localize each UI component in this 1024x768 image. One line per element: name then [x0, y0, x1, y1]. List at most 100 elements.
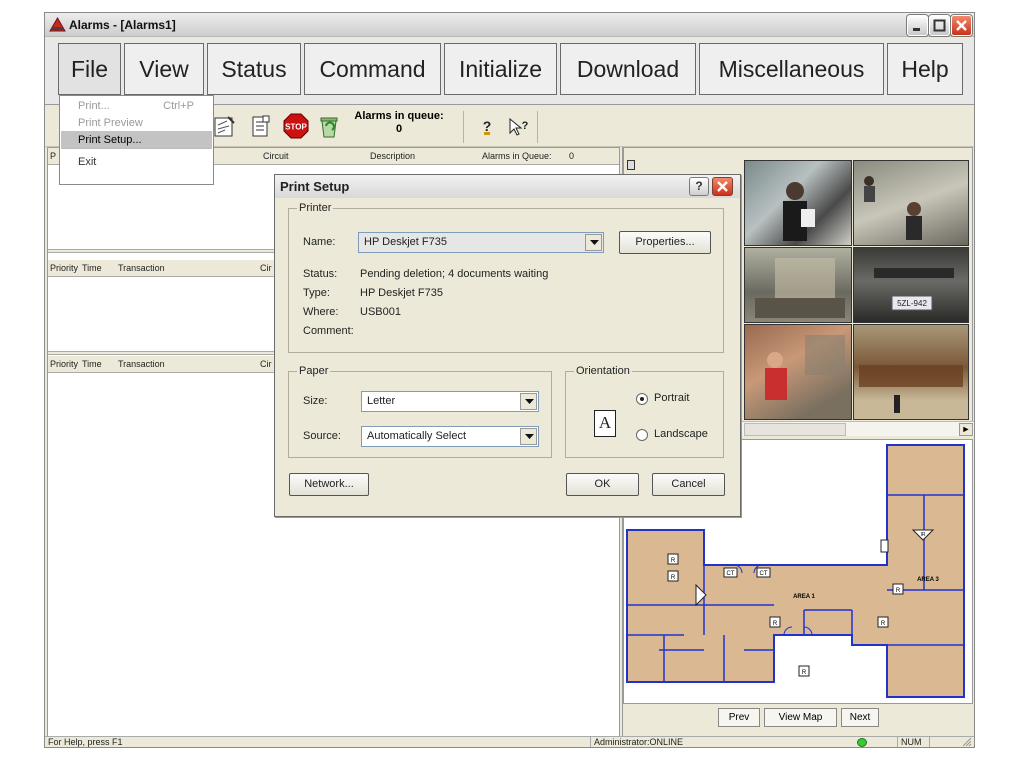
menu-item-print-preview[interactable]: Print Preview: [61, 114, 212, 132]
dialog-help-button[interactable]: ?: [689, 177, 709, 196]
reader-label: R: [671, 575, 676, 581]
reader-icon[interactable]: R: [892, 583, 904, 595]
portrait-label[interactable]: Portrait: [654, 392, 689, 404]
printer-where-value: USB001: [360, 306, 401, 318]
camera-tile[interactable]: [853, 160, 969, 246]
next-map-button[interactable]: Next: [841, 708, 879, 727]
file-menu-dropdown: Print... Ctrl+P Print Preview Print Setu…: [59, 95, 214, 185]
paper-size-label: Size:: [303, 395, 328, 407]
camera-map-icon[interactable]: CT: [723, 567, 738, 578]
reader-icon[interactable]: R: [877, 616, 889, 628]
printer-status-value: Pending deletion; 4 documents waiting: [360, 268, 549, 280]
menu-download[interactable]: Download: [560, 43, 696, 95]
alarms-queue-label: Alarms in queue:: [354, 110, 444, 122]
properties-button[interactable]: Properties...: [619, 231, 711, 254]
alarm-app-icon: [49, 16, 66, 37]
column-priority: Priority: [50, 263, 79, 273]
column-time: Time: [82, 359, 102, 369]
column-priority: Priority: [50, 359, 79, 369]
menu-status[interactable]: Status: [207, 43, 301, 95]
stop-icon-text: STOP: [285, 123, 307, 132]
close-icon: [717, 181, 728, 192]
camera-tile[interactable]: [744, 160, 852, 246]
menu-item-exit[interactable]: Exit: [61, 153, 212, 171]
maximize-button[interactable]: [929, 15, 950, 36]
camera-tile[interactable]: [744, 324, 852, 420]
status-bar: For Help, press F1 Administrator:ONLINE …: [45, 736, 974, 747]
scroll-right-icon[interactable]: ►: [959, 423, 973, 436]
network-button[interactable]: Network...: [289, 473, 369, 496]
column-transaction: Transaction: [118, 263, 165, 273]
orientation-group: Orientation A Portrait Landscape: [565, 365, 724, 458]
dialog-close-button[interactable]: [712, 177, 733, 196]
menu-file[interactable]: File: [58, 43, 121, 95]
window-title: Alarms - [Alarms1]: [69, 18, 176, 32]
printer-name-label: Name:: [303, 236, 336, 248]
camera-map-icon[interactable]: CT: [756, 567, 771, 578]
svg-text:?: ?: [483, 118, 492, 134]
paper-source-value: Automatically Select: [367, 430, 467, 442]
paper-size-value: Letter: [367, 395, 396, 407]
paper-group: Paper Size: Letter Source: Automatically…: [288, 365, 552, 458]
view-map-button[interactable]: View Map: [764, 708, 837, 727]
close-button[interactable]: [951, 15, 972, 36]
camera-tile[interactable]: 5ZL-942: [853, 247, 969, 323]
column-time: Time: [82, 263, 102, 273]
menu-view[interactable]: View: [124, 43, 204, 95]
menu-command[interactable]: Command: [304, 43, 441, 95]
camera-map-label: CT: [727, 571, 735, 577]
column-priority: P: [50, 151, 57, 161]
page-orientation-preview: A: [594, 410, 616, 437]
stop-icon[interactable]: STOP: [283, 113, 309, 139]
printer-name-select[interactable]: HP Deskjet F735: [358, 232, 604, 253]
camera-tile[interactable]: [627, 160, 635, 170]
paper-group-label: Paper: [297, 365, 331, 377]
ok-button[interactable]: OK: [566, 473, 639, 496]
menu-initialize[interactable]: Initialize: [444, 43, 557, 95]
reader-icon[interactable]: R: [798, 665, 810, 677]
minimize-button[interactable]: [907, 15, 928, 36]
landscape-radio[interactable]: [636, 429, 648, 441]
prev-map-button[interactable]: Prev: [718, 708, 760, 727]
chevron-down-icon: [585, 234, 602, 251]
menu-help[interactable]: Help: [887, 43, 963, 95]
reader-icon[interactable]: R: [667, 570, 679, 582]
landscape-label[interactable]: Landscape: [654, 428, 708, 440]
reader-label: R: [881, 621, 886, 627]
resize-grip-icon[interactable]: [962, 737, 972, 747]
printer-group-label: Printer: [297, 202, 334, 214]
paper-source-label: Source:: [303, 430, 341, 442]
menu-item-print[interactable]: Print... Ctrl+P: [61, 97, 212, 115]
printer-type-value: HP Deskjet F735: [360, 287, 443, 299]
scrollbar-thumb[interactable]: [744, 423, 846, 436]
paper-source-select[interactable]: Automatically Select: [361, 426, 539, 447]
reader-label: R: [802, 670, 807, 676]
camera-map-label: CT: [760, 571, 768, 577]
document-list-icon[interactable]: [248, 113, 274, 139]
reader-icon[interactable]: R: [667, 553, 679, 565]
menu-item-print-setup[interactable]: Print Setup...: [61, 131, 212, 149]
column-circuit: Cir: [260, 359, 272, 369]
alarms-queue-count: 0: [395, 123, 403, 135]
column-alarms-in-queue: Alarms in Queue:: [482, 151, 552, 161]
printer-where-label: Where:: [303, 306, 339, 318]
alarms-in-queue-value: 0: [569, 151, 575, 161]
help-icon[interactable]: ?: [475, 113, 501, 139]
menu-miscellaneous[interactable]: Miscellaneous: [699, 43, 884, 95]
dialog-title-bar: Print Setup ?: [275, 175, 740, 198]
door-contact-icon[interactable]: [880, 539, 889, 553]
paper-size-select[interactable]: Letter: [361, 391, 539, 412]
toolbar-separator: [537, 111, 538, 143]
reader-label: R: [773, 621, 778, 627]
printer-group: Printer Name: HP Deskjet F735 Properties…: [288, 202, 724, 353]
portrait-radio[interactable]: [636, 393, 648, 405]
camera-tile[interactable]: [853, 324, 969, 420]
alarms-queue-status: Alarms in queue: 0: [337, 110, 461, 136]
cancel-button[interactable]: Cancel: [652, 473, 725, 496]
reader-icon[interactable]: R: [769, 616, 781, 628]
clipboard-icon[interactable]: [211, 113, 237, 139]
context-help-icon[interactable]: ?: [505, 113, 531, 139]
ir-sensor-label: IR: [921, 532, 926, 538]
camera-tile[interactable]: [744, 247, 852, 323]
menu-separator: [63, 148, 210, 149]
